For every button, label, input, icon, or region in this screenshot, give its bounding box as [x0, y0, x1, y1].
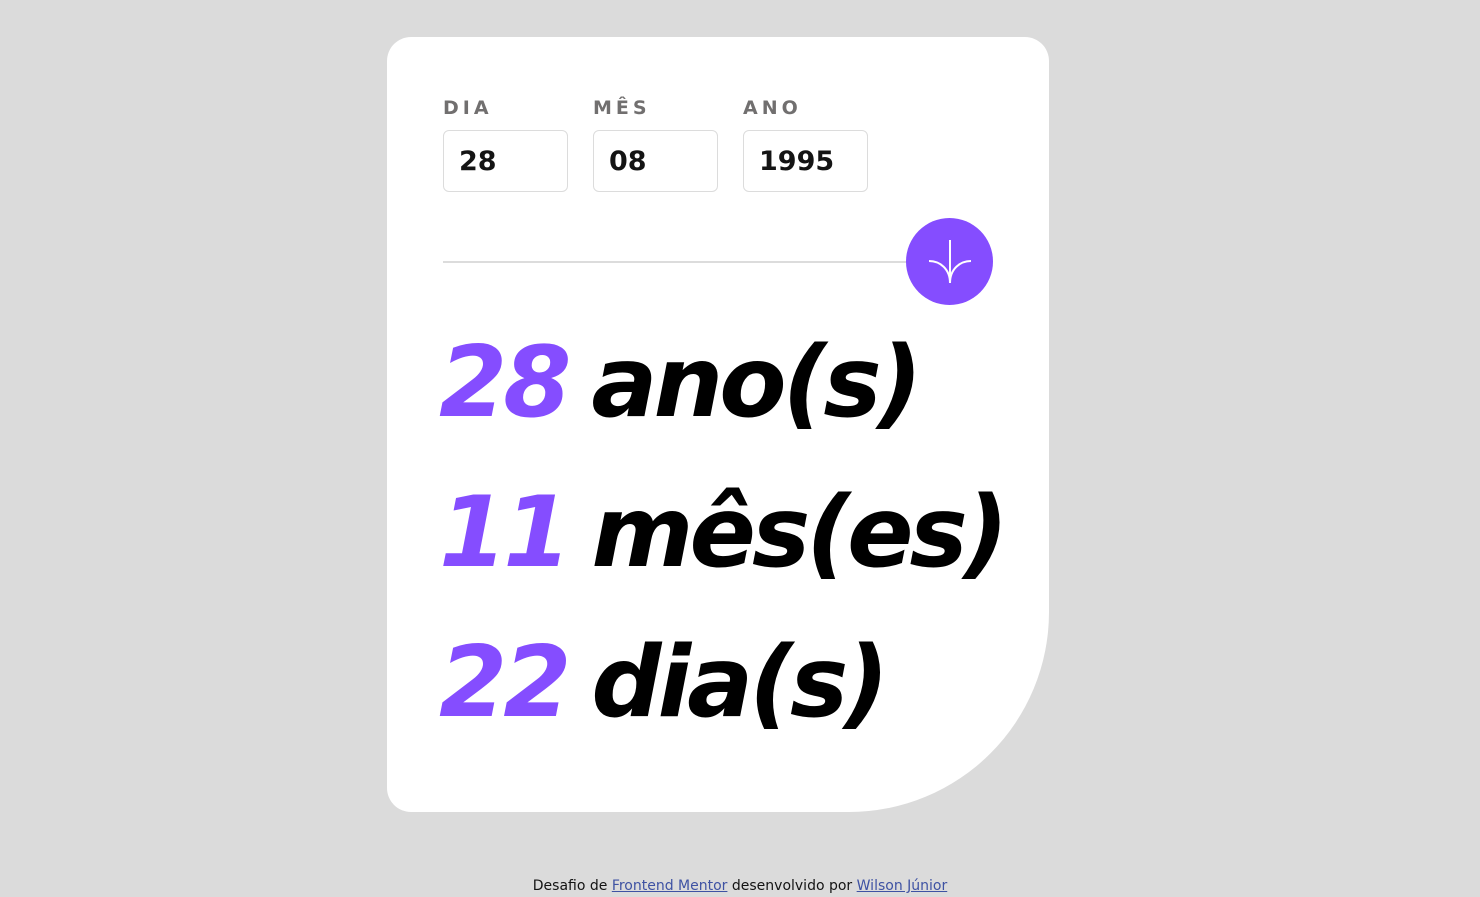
age-calculator-card: DIA MÊS ANO 28ano(s) 11mês(es) 22dia(s)	[387, 37, 1049, 812]
month-input[interactable]	[593, 130, 718, 192]
footer-prefix: Desafio de	[532, 878, 608, 894]
author-link[interactable]: Wilson Júnior	[857, 878, 948, 894]
frontend-mentor-link[interactable]: Frontend Mentor	[612, 878, 728, 894]
submit-button[interactable]	[906, 218, 993, 305]
month-field: MÊS	[593, 95, 718, 192]
divider	[443, 261, 983, 263]
day-label: DIA	[443, 97, 493, 119]
day-field: DIA	[443, 95, 568, 192]
arrow-down-icon	[928, 239, 971, 283]
days-unit: dia(s)	[591, 626, 889, 740]
months-unit: mês(es)	[591, 476, 1008, 590]
result-months: 11 mês(es)	[439, 463, 1009, 603]
footer-middle: desenvolvido por	[731, 878, 853, 894]
years-value: 28	[439, 326, 571, 440]
year-input[interactable]	[743, 130, 868, 192]
months-value: 11	[439, 476, 571, 590]
days-value: 22	[439, 626, 571, 740]
year-field: ANO	[743, 95, 868, 192]
attribution-footer: Desafio de Frontend Mentor desenvolvido …	[0, 876, 1480, 896]
day-input[interactable]	[443, 130, 568, 192]
result-days: 22 dia(s)	[439, 613, 889, 753]
year-label: ANO	[743, 97, 802, 119]
years-unit: ano(s)	[591, 326, 922, 440]
result-years: 28 ano(s)	[439, 313, 923, 453]
month-label: MÊS	[593, 97, 651, 119]
